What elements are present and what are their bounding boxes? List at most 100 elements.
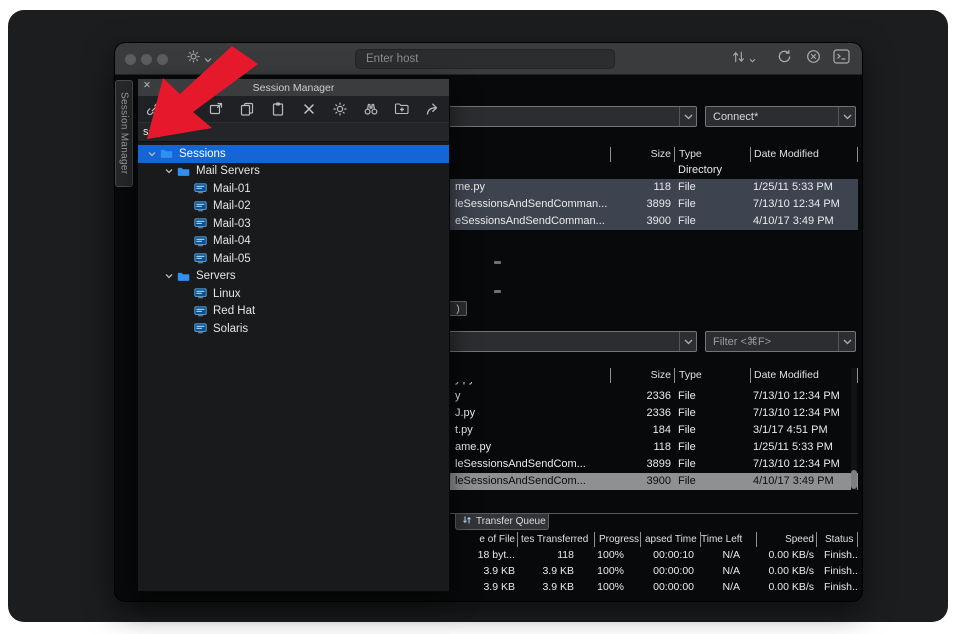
tree-item-mail-01[interactable]: Mail-01 <box>138 180 449 198</box>
transfer-cell: 100% <box>594 581 640 593</box>
chevron-down-icon[interactable] <box>161 167 177 175</box>
file-row[interactable]: Directory <box>450 162 858 179</box>
transfer-queue-header[interactable]: e of File tes Transferred Progress apsed… <box>450 532 858 547</box>
paste-icon[interactable] <box>269 100 287 118</box>
column-name-of-file[interactable]: e of File <box>450 532 517 547</box>
settings-gear-button[interactable] <box>181 49 217 69</box>
file-row[interactable]: leSessionsAndSendComman...3899File7/13/1… <box>450 196 858 213</box>
chevron-down-icon[interactable] <box>161 272 177 280</box>
file-name <box>450 162 610 179</box>
tree-item-mail-servers[interactable]: Mail Servers <box>138 163 449 181</box>
scrollbar-track[interactable] <box>851 368 857 490</box>
panel-title: Session Manager <box>253 82 335 94</box>
tree-item-mail-03[interactable]: Mail-03 <box>138 215 449 233</box>
file-row[interactable]: y2336File7/13/10 12:34 PM <box>450 388 858 405</box>
tree-item-mail-04[interactable]: Mail-04 <box>138 233 449 251</box>
file-row[interactable]: J.py2336File7/13/10 12:34 PM <box>450 405 858 422</box>
traffic-light-close-icon[interactable] <box>125 54 136 65</box>
tree-item-red-hat[interactable]: Red Hat <box>138 303 449 321</box>
session-manager-panel: ✕ Session Manager SessionsMail ServersMa… <box>137 78 450 592</box>
session-manager-side-tab[interactable]: Session Manager <box>115 80 133 187</box>
export-share-icon[interactable] <box>424 100 442 118</box>
session-filter-input[interactable] <box>138 123 449 142</box>
file-name: J.py <box>450 405 610 422</box>
close-icon[interactable]: ✕ <box>143 80 151 91</box>
folder-icon <box>177 271 194 282</box>
file-date: 1/25/11 5:33 PM <box>750 439 858 456</box>
file-name: ame.py <box>450 439 610 456</box>
delete-icon[interactable] <box>300 100 318 118</box>
tab-transfer-queue[interactable]: Transfer Queue <box>455 514 549 530</box>
remote-list-header[interactable]: Size Type Date Modified <box>450 147 858 162</box>
transfer-cell: 100% <box>594 565 640 577</box>
transfer-row[interactable]: 3.9 KB3.9 KB100%00:00:00N/A0.00 KB/sFini… <box>450 579 858 595</box>
local-list-header[interactable]: Size Type Date Modified <box>450 368 858 383</box>
transfer-cell: Finish... <box>816 549 858 561</box>
filter-label: Filter <⌘F> <box>706 335 771 348</box>
file-row[interactable]: me.py118File1/25/11 5:33 PM <box>450 179 858 196</box>
file-size: 118 <box>610 179 674 196</box>
properties-gear-icon[interactable] <box>331 100 349 118</box>
column-speed[interactable]: Speed <box>756 532 816 547</box>
file-row[interactable]: ame.py118File1/25/11 5:33 PM <box>450 439 858 456</box>
column-status[interactable]: Status <box>816 532 858 547</box>
column-elapsed-time[interactable]: apsed Time <box>640 532 700 547</box>
local-shell-button[interactable] <box>829 49 853 69</box>
session-tree: SessionsMail ServersMail-01Mail-02Mail-0… <box>138 142 449 591</box>
file-row[interactable]: eSessionsAndSendComman...3900File4/10/17… <box>450 213 858 230</box>
file-row[interactable]: leSessionsAndSendCom...3900File4/10/17 3… <box>450 473 858 490</box>
column-type[interactable]: Type <box>674 147 750 162</box>
tree-item-label: Solaris <box>213 323 248 335</box>
disconnect-button[interactable] <box>803 49 823 69</box>
tree-item-solaris[interactable]: Solaris <box>138 320 449 338</box>
column-date-modified[interactable]: Date Modified <box>750 368 858 383</box>
side-tab-label: Session Manager <box>119 92 130 174</box>
transfer-cell: 3.9 KB <box>517 581 594 593</box>
session-monitor-icon <box>194 253 211 264</box>
local-file-list: y2336File7/13/10 12:34 PMJ.py2336File7/1… <box>450 388 858 490</box>
scrollbar-thumb[interactable] <box>851 470 857 489</box>
new-session-icon[interactable] <box>176 100 194 118</box>
file-type: File <box>674 456 750 473</box>
find-binoculars-icon[interactable] <box>362 100 380 118</box>
column-date-modified[interactable]: Date Modified <box>750 147 858 162</box>
copy-icon[interactable] <box>238 100 256 118</box>
column-size[interactable]: Size <box>610 147 674 162</box>
transfer-row[interactable]: 18 byt...118100%00:00:10N/A0.00 KB/sFini… <box>450 547 858 563</box>
remote-path-combo[interactable] <box>415 106 697 127</box>
file-row[interactable]: t.py184File3/1/17 4:51 PM <box>450 422 858 439</box>
tree-item-mail-05[interactable]: Mail-05 <box>138 250 449 268</box>
column-type[interactable]: Type <box>674 368 750 383</box>
column-time-left[interactable]: Time Left <box>700 532 756 547</box>
column-size[interactable]: Size <box>610 368 674 383</box>
new-folder-icon[interactable] <box>393 100 411 118</box>
new-window-icon[interactable] <box>207 100 225 118</box>
tree-item-linux[interactable]: Linux <box>138 285 449 303</box>
file-date: 4/10/17 3:49 PM <box>750 473 858 490</box>
traffic-light-minimize-icon[interactable] <box>141 54 152 65</box>
path-fragment: ) <box>450 301 467 316</box>
pane-splitter-grip[interactable] <box>494 261 501 264</box>
file-row[interactable]: leSessionsAndSendCom...3899File7/13/10 1… <box>450 456 858 473</box>
pane-splitter-grip[interactable] <box>494 290 501 293</box>
transfer-cell: N/A <box>700 581 756 593</box>
session-monitor-icon <box>194 288 211 299</box>
sort-order-button[interactable] <box>727 49 759 69</box>
connect-link-icon[interactable] <box>145 100 163 118</box>
traffic-light-zoom-icon[interactable] <box>157 54 168 65</box>
refresh-button[interactable] <box>774 49 794 69</box>
tree-item-sessions[interactable]: Sessions <box>138 145 449 163</box>
transfer-cell: 0.00 KB/s <box>756 565 816 577</box>
transfer-row[interactable]: 3.9 KB3.9 KB100%00:00:00N/A0.00 KB/sFini… <box>450 563 858 579</box>
terminal-icon <box>833 49 850 69</box>
local-path-combo[interactable] <box>415 331 697 352</box>
column-bytes-transferred[interactable]: tes Transferred <box>517 532 594 547</box>
chevron-down-icon[interactable] <box>144 150 160 158</box>
tree-item-mail-02[interactable]: Mail-02 <box>138 198 449 216</box>
filter-dropdown[interactable]: Filter <⌘F> <box>705 331 856 352</box>
connect-dropdown[interactable]: Connect* <box>705 106 856 127</box>
host-input[interactable] <box>355 49 615 69</box>
gear-icon <box>186 49 201 69</box>
column-progress[interactable]: Progress <box>594 532 640 547</box>
tree-item-servers[interactable]: Servers <box>138 268 449 286</box>
